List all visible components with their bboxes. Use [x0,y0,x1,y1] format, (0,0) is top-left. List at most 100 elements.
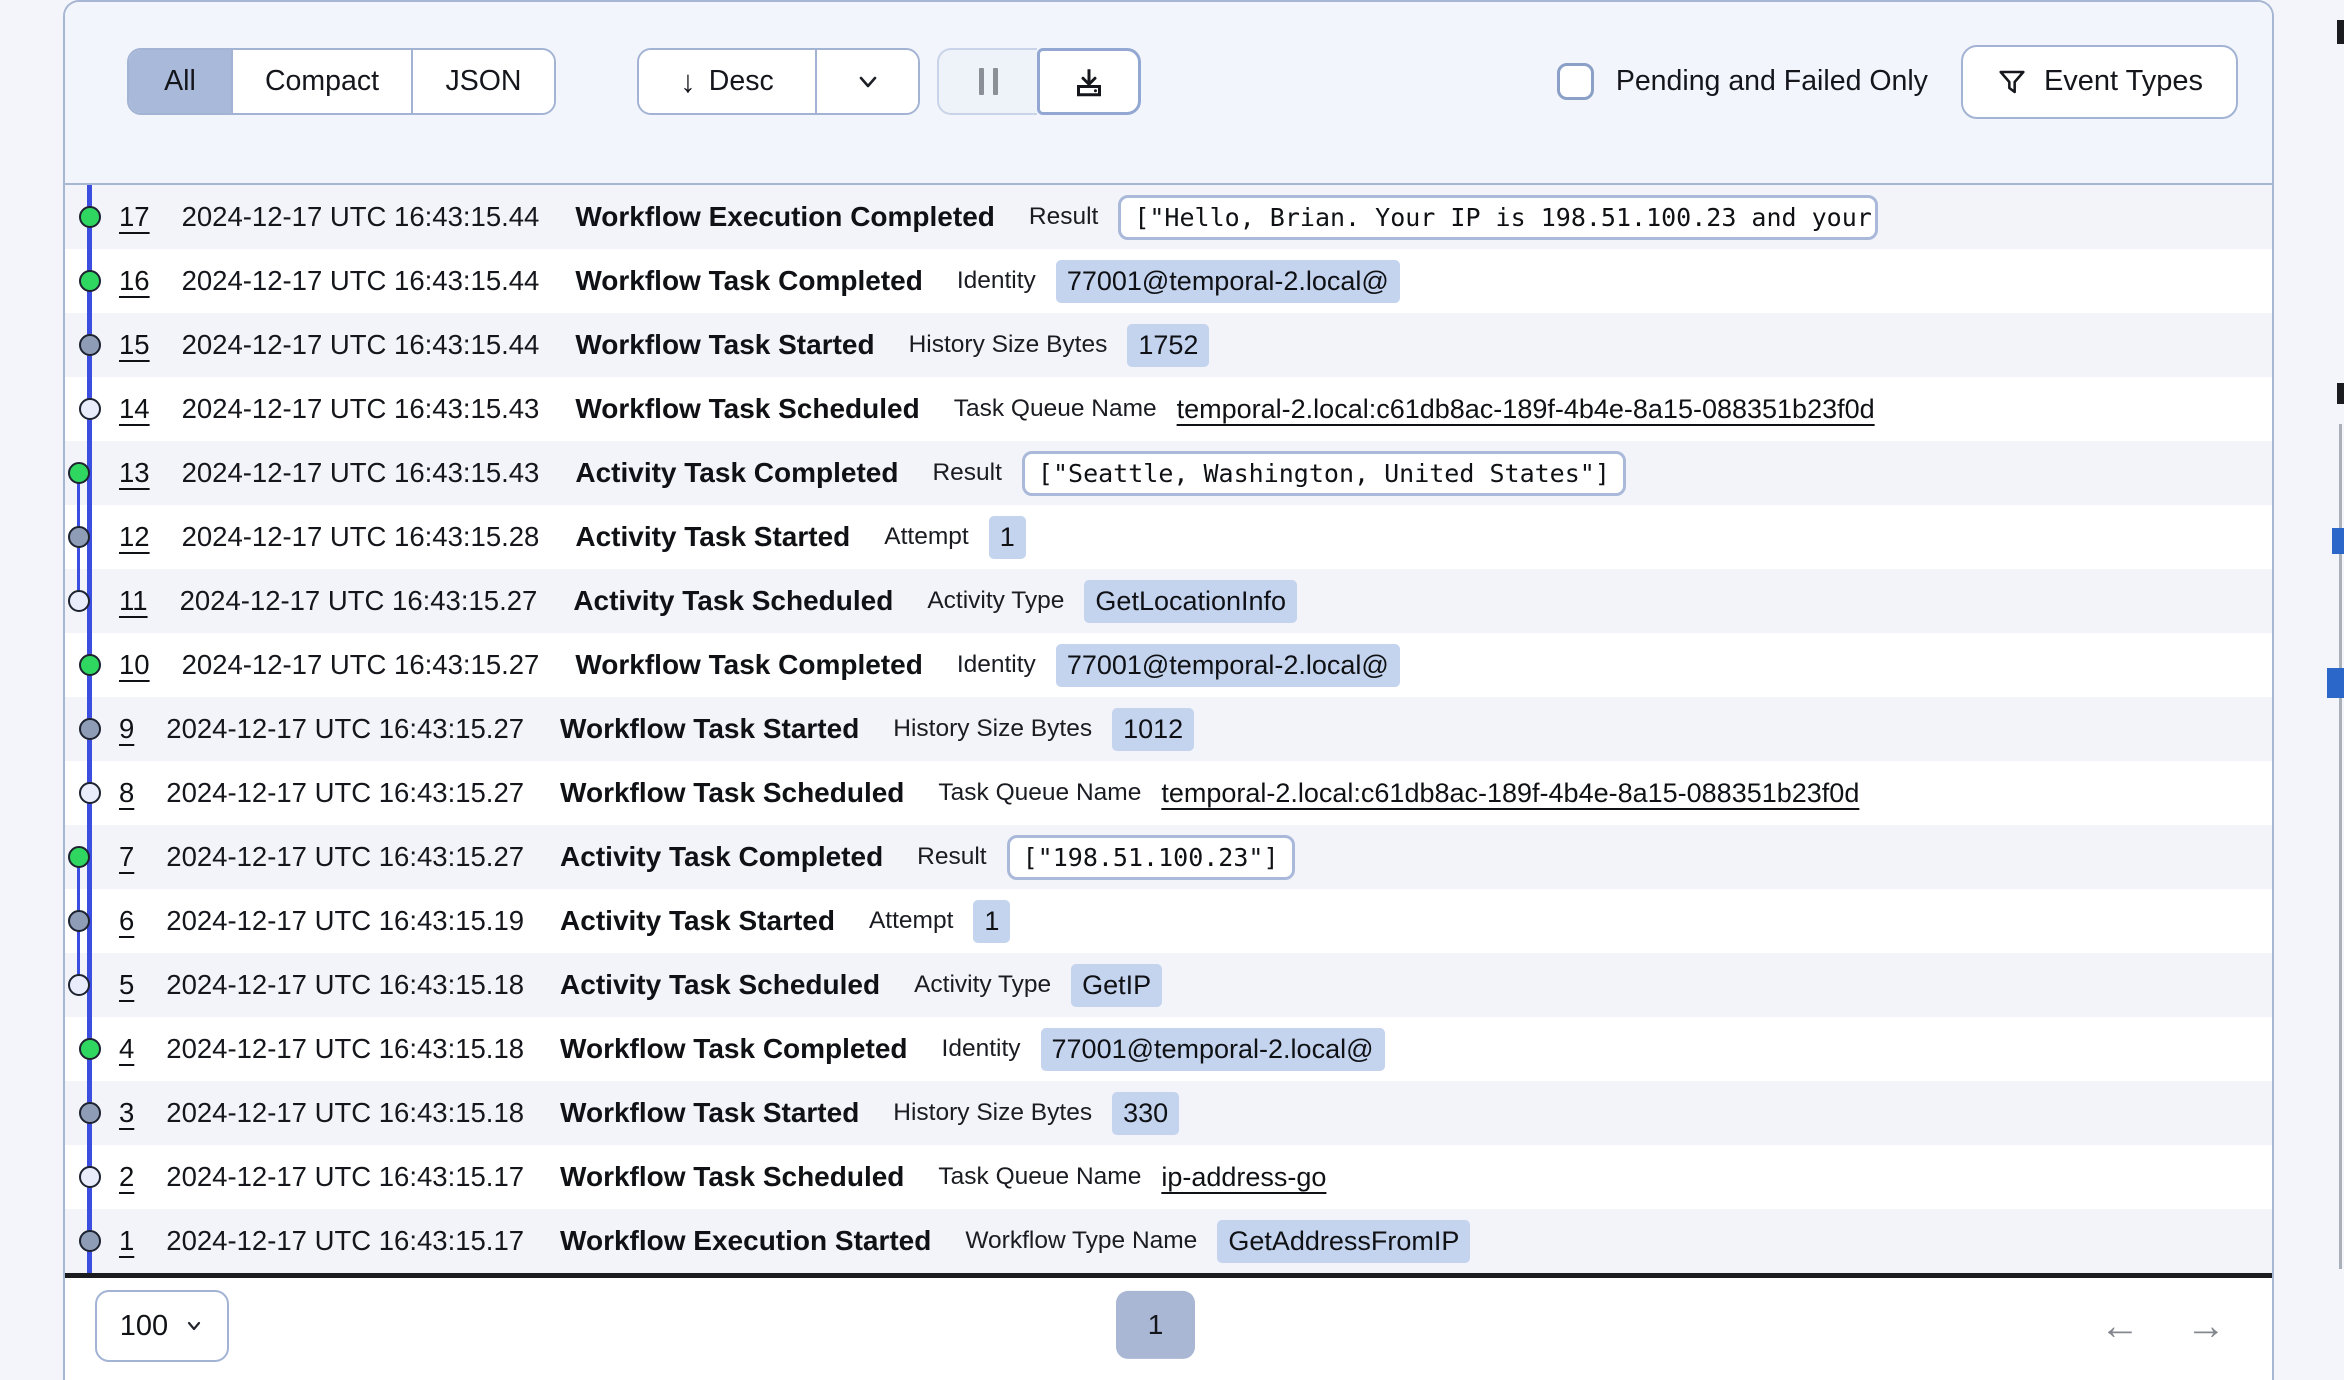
event-id-link[interactable]: 8 [119,777,134,809]
timeline-rail [65,889,119,953]
attribute-label: Activity Type [927,587,1064,615]
timeline-rail [65,761,119,825]
attribute-value-code: ["198.51.100.23"] [1007,835,1295,880]
clipped-content-fragment [2332,528,2344,554]
page-size-value: 100 [120,1310,168,1343]
event-row[interactable]: 3 2024-12-17 UTC 16:43:15.18 Workflow Ta… [65,1081,2272,1145]
attribute-value-chip: 77001@temporal-2.local@ [1056,644,1400,687]
chevron-down-icon [853,67,883,97]
timeline-rail [65,1017,119,1081]
event-status-dot [68,846,90,868]
event-row[interactable]: 13 2024-12-17 UTC 16:43:15.43 Activity T… [65,441,2272,505]
event-row[interactable]: 10 2024-12-17 UTC 16:43:15.27 Workflow T… [65,633,2272,697]
event-id-link[interactable]: 16 [119,265,150,297]
event-row[interactable]: 8 2024-12-17 UTC 16:43:15.27 Workflow Ta… [65,761,2272,825]
timeline-rail [65,697,119,761]
timeline-rail [65,313,119,377]
attribute-label: History Size Bytes [909,331,1108,359]
sort-options-button[interactable] [815,50,918,113]
event-row[interactable]: 16 2024-12-17 UTC 16:43:15.44 Workflow T… [65,249,2272,313]
pending-failed-toggle: Pending and Failed Only [1557,63,1928,100]
timeline-rail [65,633,119,697]
event-row[interactable]: 6 2024-12-17 UTC 16:43:15.19 Activity Ta… [65,889,2272,953]
playback-download-group [937,48,1141,115]
event-row[interactable]: 9 2024-12-17 UTC 16:43:15.27 Workflow Ta… [65,697,2272,761]
event-id-link[interactable]: 3 [119,1097,134,1129]
attribute-value-chip: 330 [1112,1092,1179,1135]
event-status-dot [79,398,101,420]
event-status-dot [68,462,90,484]
event-id-link[interactable]: 9 [119,713,134,745]
task-queue-link[interactable]: temporal-2.local:c61db8ac-189f-4b4e-8a15… [1177,394,1875,425]
timeline-rail [65,825,119,889]
pending-failed-checkbox[interactable] [1557,63,1594,100]
event-row[interactable]: 12 2024-12-17 UTC 16:43:15.28 Activity T… [65,505,2272,569]
event-row[interactable]: 2 2024-12-17 UTC 16:43:15.17 Workflow Ta… [65,1145,2272,1209]
event-row[interactable]: 4 2024-12-17 UTC 16:43:15.18 Workflow Ta… [65,1017,2272,1081]
tab-all[interactable]: All [129,50,231,113]
event-types-button[interactable]: Event Types [1961,45,2238,119]
event-status-dot [79,334,101,356]
event-id-link[interactable]: 7 [119,841,134,873]
event-id-link[interactable]: 12 [119,521,150,553]
attribute-value-chip: GetIP [1071,964,1162,1007]
event-id-link[interactable]: 4 [119,1033,134,1065]
event-id-link[interactable]: 2 [119,1161,134,1193]
event-row[interactable]: 7 2024-12-17 UTC 16:43:15.27 Activity Ta… [65,825,2272,889]
event-timestamp: 2024-12-17 UTC 16:43:15.18 [166,1097,524,1129]
event-name: Workflow Task Scheduled [560,777,904,809]
event-id-link[interactable]: 5 [119,969,134,1001]
event-list: 17 2024-12-17 UTC 16:43:15.44 Workflow E… [65,185,2272,1273]
event-id-link[interactable]: 6 [119,905,134,937]
event-timestamp: 2024-12-17 UTC 16:43:15.18 [166,1033,524,1065]
event-row[interactable]: 11 2024-12-17 UTC 16:43:15.27 Activity T… [65,569,2272,633]
event-timestamp: 2024-12-17 UTC 16:43:15.43 [182,393,540,425]
timeline-rail [65,249,119,313]
event-id-link[interactable]: 14 [119,393,150,425]
event-history-card: All Compact JSON ↓ Desc [63,0,2274,1380]
attribute-label: Identity [957,267,1036,295]
attribute-label: Task Queue Name [938,1163,1141,1191]
clipped-content-fragment [2337,20,2344,44]
pause-button[interactable] [937,48,1037,115]
current-page-button[interactable]: 1 [1116,1291,1195,1359]
event-row[interactable]: 17 2024-12-17 UTC 16:43:15.44 Workflow E… [65,185,2272,249]
page-size-select[interactable]: 100 [95,1290,229,1362]
event-row[interactable]: 14 2024-12-17 UTC 16:43:15.43 Workflow T… [65,377,2272,441]
event-status-dot [68,590,90,612]
tab-json[interactable]: JSON [411,50,554,113]
clipped-content-fragment [2327,668,2344,698]
pending-failed-label: Pending and Failed Only [1616,65,1928,98]
next-page-arrow[interactable]: → [2186,1306,2226,1346]
event-row[interactable]: 15 2024-12-17 UTC 16:43:15.44 Workflow T… [65,313,2272,377]
timeline-rail [65,505,119,569]
event-timestamp: 2024-12-17 UTC 16:43:15.27 [166,713,524,745]
clipped-content-fragment [2337,383,2344,404]
sort-desc-button[interactable]: ↓ Desc [639,50,815,113]
event-id-link[interactable]: 15 [119,329,150,361]
event-timestamp: 2024-12-17 UTC 16:43:15.19 [166,905,524,937]
event-status-dot [79,654,101,676]
event-status-dot [68,974,90,996]
event-name: Activity Task Started [560,905,835,937]
event-row[interactable]: 5 2024-12-17 UTC 16:43:15.18 Activity Ta… [65,953,2272,1017]
view-mode-tabs: All Compact JSON [127,48,556,115]
task-queue-link[interactable]: temporal-2.local:c61db8ac-189f-4b4e-8a15… [1161,778,1859,809]
event-status-dot [79,1166,101,1188]
event-id-link[interactable]: 17 [119,201,150,233]
event-id-link[interactable]: 13 [119,457,150,489]
event-id-link[interactable]: 10 [119,649,150,681]
attribute-label: History Size Bytes [893,1099,1092,1127]
event-id-link[interactable]: 1 [119,1225,134,1257]
download-button[interactable] [1037,48,1141,115]
attribute-label: Result [932,459,1001,487]
tab-compact[interactable]: Compact [231,50,411,113]
prev-page-arrow[interactable]: ← [2100,1306,2140,1346]
event-id-link[interactable]: 11 [119,585,148,617]
arrow-down-icon: ↓ [680,66,696,97]
task-queue-link[interactable]: ip-address-go [1161,1162,1326,1193]
attribute-label: Task Queue Name [954,395,1157,423]
attribute-value-chip: 1 [973,900,1010,943]
event-row[interactable]: 1 2024-12-17 UTC 16:43:15.17 Workflow Ex… [65,1209,2272,1273]
event-timestamp: 2024-12-17 UTC 16:43:15.27 [166,777,524,809]
